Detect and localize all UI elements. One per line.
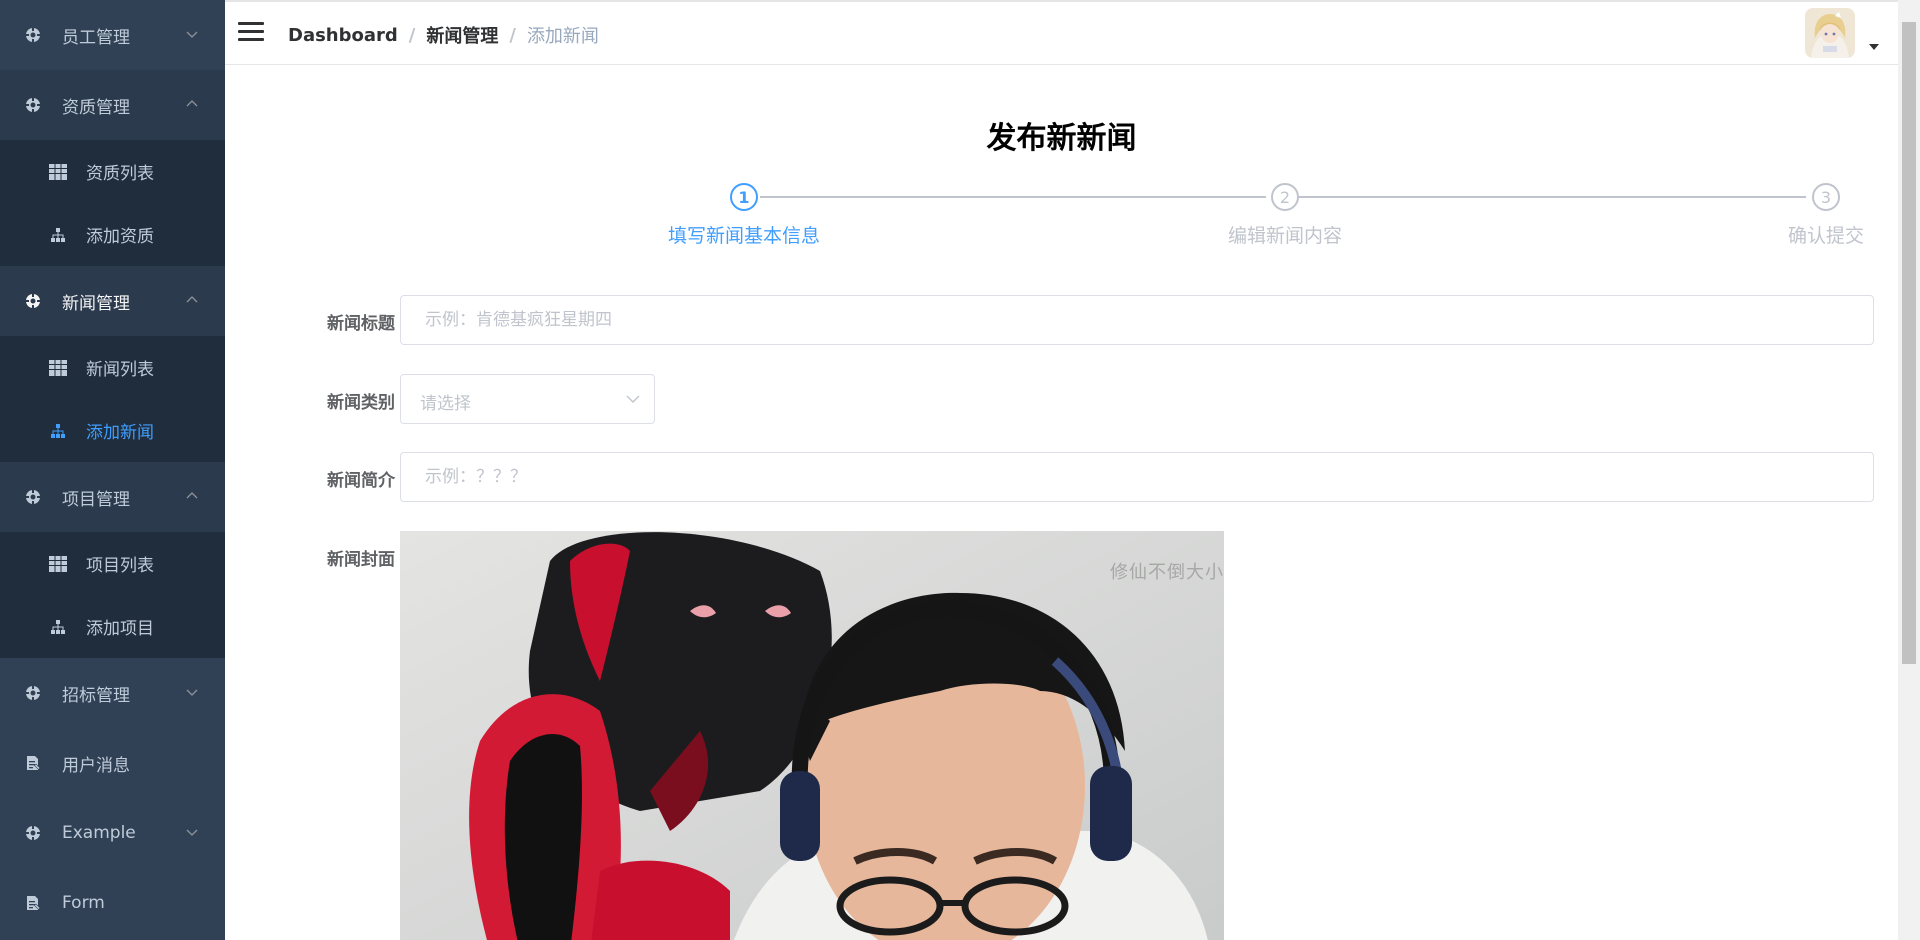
sidebar-item-staff-management[interactable]: 员工管理	[0, 0, 225, 70]
breadcrumb-dashboard[interactable]: Dashboard	[288, 25, 398, 46]
sidebar-item-news-management[interactable]: 新闻管理	[0, 266, 225, 336]
page-title: 发布新新闻	[986, 121, 1137, 156]
component-icon	[25, 825, 41, 841]
sidebar-item-example[interactable]: Example	[0, 798, 225, 868]
step-1-circle: 1	[730, 183, 758, 211]
sidebar-item-add-qualification[interactable]: 添加资质	[0, 203, 225, 266]
news-summary-input[interactable]	[400, 452, 1874, 502]
chevron-down-icon	[186, 689, 198, 696]
news-cover-label: 新闻封面	[327, 550, 395, 570]
chevron-down-icon	[186, 829, 198, 836]
table-icon	[49, 163, 67, 180]
breadcrumb-add-news: 添加新闻	[526, 26, 599, 47]
main-content: 发布新新闻 1 填写新闻基本信息 2 编辑新闻内容 3 确认提交 新闻标题 新闻…	[225, 65, 1898, 940]
sidebar-item-qualification-management[interactable]: 资质管理	[0, 70, 225, 140]
breadcrumb-separator: /	[408, 24, 416, 46]
component-icon	[25, 293, 41, 309]
submenu-news: 新闻列表 添加新闻	[0, 336, 225, 462]
sidebar-item-project-list[interactable]: 项目列表	[0, 532, 225, 595]
submenu-qualification: 资质列表 添加资质	[0, 140, 225, 266]
step-2-label: 编辑新闻内容	[1227, 225, 1342, 247]
tree-icon	[49, 423, 67, 439]
sidebar-item-label: 新闻列表	[86, 360, 154, 380]
step-2-circle: 2	[1271, 183, 1299, 211]
news-summary-label: 新闻简介	[327, 471, 395, 491]
sidebar-item-qualification-list[interactable]: 资质列表	[0, 140, 225, 203]
form-icon	[25, 755, 41, 771]
chevron-up-icon	[186, 100, 198, 107]
page-scrollbar[interactable]	[1898, 0, 1920, 940]
select-placeholder: 请选择	[420, 394, 471, 414]
breadcrumb: Dashboard / 新闻管理 / 添加新闻	[288, 22, 599, 48]
sidebar-item-label: 添加项目	[86, 619, 154, 639]
chevron-down-icon	[626, 395, 640, 403]
sidebar-item-label: 用户消息	[62, 755, 130, 776]
sidebar-item-add-project[interactable]: 添加项目	[0, 595, 225, 658]
sidebar-item-label: 资质管理	[62, 97, 130, 118]
cover-watermark: 修仙不倒大小	[1110, 562, 1224, 583]
sidebar-item-news-list[interactable]: 新闻列表	[0, 336, 225, 399]
component-icon	[25, 97, 41, 113]
news-title-input[interactable]	[400, 295, 1874, 345]
sidebar-item-form[interactable]: Form	[0, 868, 225, 938]
sidebar-item-label: 新闻管理	[62, 293, 130, 314]
component-icon	[25, 27, 41, 43]
breadcrumb-news-management[interactable]: 新闻管理	[426, 22, 498, 48]
submenu-project: 项目列表 添加项目	[0, 532, 225, 658]
table-icon	[49, 359, 67, 376]
sidebar-item-bidding-management[interactable]: 招标管理	[0, 658, 225, 728]
table-icon	[49, 555, 67, 572]
component-icon	[25, 685, 41, 701]
sidebar-item-label: 项目列表	[86, 556, 154, 576]
hamburger-icon[interactable]	[238, 22, 264, 44]
sidebar-item-project-management[interactable]: 项目管理	[0, 462, 225, 532]
sidebar-item-add-news[interactable]: 添加新闻	[0, 399, 225, 462]
step-connector	[760, 196, 1266, 198]
news-category-select[interactable]: 请选择	[400, 374, 655, 424]
step-1-label: 填写新闻基本信息	[667, 225, 820, 247]
steps: 1 填写新闻基本信息 2 编辑新闻内容 3 确认提交	[440, 173, 1864, 247]
sidebar-item-label: 添加新闻	[86, 423, 154, 443]
sidebar-item-label: Form	[62, 893, 105, 913]
avatar[interactable]	[1805, 8, 1855, 58]
news-cover-image[interactable]: 修仙不倒大小	[400, 531, 1224, 940]
form-icon	[25, 895, 41, 911]
news-category-label: 新闻类别	[327, 393, 395, 413]
sidebar-item-user-messages[interactable]: 用户消息	[0, 728, 225, 798]
sidebar-item-label: 员工管理	[62, 27, 130, 48]
chevron-up-icon	[186, 296, 198, 303]
tree-icon	[49, 227, 67, 243]
sidebar-item-label: 添加资质	[86, 227, 154, 247]
component-icon	[25, 489, 41, 505]
step-connector	[1298, 196, 1806, 198]
breadcrumb-separator: /	[509, 24, 516, 46]
navbar: Dashboard / 新闻管理 / 添加新闻	[225, 0, 1898, 65]
step-3-circle: 3	[1812, 183, 1840, 211]
sidebar-item-label: 资质列表	[86, 164, 154, 184]
news-title-label: 新闻标题	[327, 314, 395, 334]
scrollbar-thumb[interactable]	[1902, 22, 1916, 664]
chevron-up-icon	[186, 492, 198, 499]
step-3-label: 确认提交	[1787, 225, 1864, 247]
sidebar-item-label: Example	[62, 823, 136, 843]
tree-icon	[49, 619, 67, 635]
chevron-down-icon	[186, 31, 198, 38]
sidebar-item-label: 招标管理	[62, 685, 130, 706]
caret-down-icon[interactable]	[1869, 44, 1879, 50]
sidebar-item-label: 项目管理	[62, 489, 130, 510]
sidebar: 员工管理 资质管理 资质列表 添加资质 新闻管理 新闻列表 添加新闻 项目管理 …	[0, 0, 225, 940]
